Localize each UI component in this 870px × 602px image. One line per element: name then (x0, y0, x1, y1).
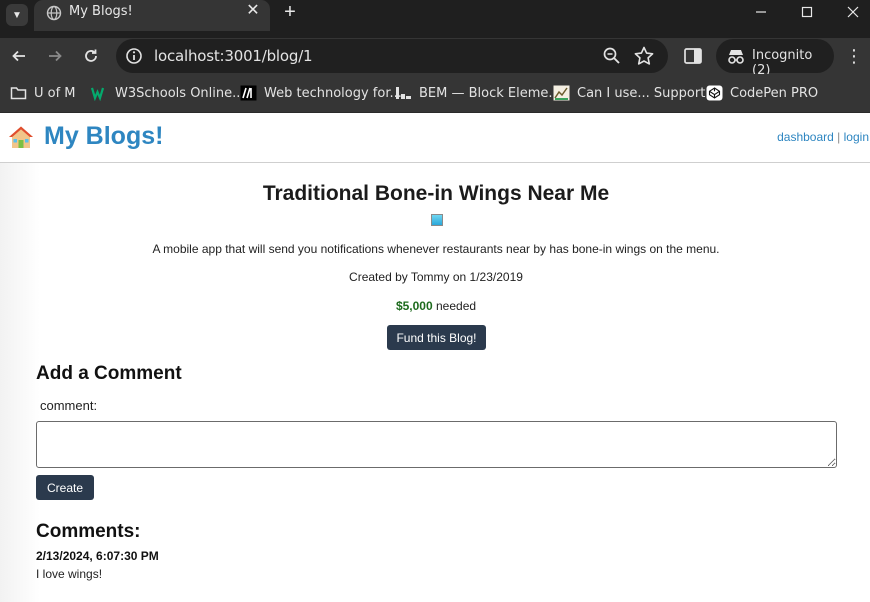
bookmark-label: CodePen PRO (730, 85, 819, 101)
site-navbar: My Blogs! dashboard | login (0, 113, 870, 163)
address-bar[interactable]: localhost:3001/blog/1 (116, 39, 668, 73)
comment-text: I love wings! (36, 567, 103, 581)
window-close-icon[interactable] (842, 1, 864, 23)
comment-label: comment: (40, 398, 98, 413)
bookmark-label: W3Schools Online... (115, 85, 245, 101)
bookmark-item[interactable]: Web technology for... (240, 83, 402, 103)
site-info-icon[interactable] (124, 46, 144, 66)
incognito-icon (728, 50, 744, 64)
bookmark-label: BEM — Block Eleme... (419, 85, 561, 101)
bookmark-item[interactable]: W3Schools Online... (91, 83, 245, 103)
side-panel-icon[interactable] (683, 46, 703, 66)
browser-toolbar: localhost:3001/blog/1 Incognito (2) ⋮ (0, 38, 870, 78)
add-comment-heading: Add a Comment (36, 363, 182, 384)
tab-strip: ▼ My Blogs! ✕ + (0, 0, 870, 38)
dashboard-link[interactable]: dashboard (777, 130, 834, 144)
nav-separator: | (837, 130, 841, 144)
tab-title: My Blogs! (69, 4, 133, 19)
bookmark-item[interactable]: BEM — Block Eleme... (395, 83, 561, 103)
bookmark-label: Can I use... Support... (577, 85, 718, 101)
comment-date: 2/13/2024, 6:07:30 PM (36, 549, 159, 563)
post-description: A mobile app that will send you notifica… (152, 242, 720, 256)
nav-links: dashboard | login (777, 130, 869, 144)
codepen-icon (706, 85, 723, 101)
bem-icon (396, 87, 411, 99)
tab-close-icon[interactable]: ✕ (244, 2, 262, 20)
house-icon[interactable] (8, 125, 34, 149)
comments-heading: Comments: (36, 521, 141, 542)
w3schools-icon (91, 87, 105, 101)
incognito-badge[interactable]: Incognito (2) (716, 39, 834, 78)
caniuse-icon (553, 85, 570, 101)
comment-input[interactable] (36, 421, 837, 468)
maximize-icon[interactable] (796, 1, 818, 23)
mdn-icon (240, 85, 257, 101)
post-title: Traditional Bone-in Wings Near Me (262, 182, 610, 205)
folder-icon (10, 87, 27, 100)
bookmark-item[interactable]: Can I use... Support... (553, 83, 718, 103)
post-image (431, 214, 443, 226)
create-comment-button[interactable]: Create (36, 475, 94, 500)
page-content: My Blogs! dashboard | login Traditional … (0, 113, 870, 602)
bookmark-star-icon[interactable] (633, 45, 655, 67)
url-text[interactable]: localhost:3001/blog/1 (154, 47, 313, 65)
more-menu-icon[interactable]: ⋮ (844, 45, 864, 67)
funding-suffix: needed (436, 299, 477, 313)
bookmarks-bar: U of M W3Schools Online... Web technolog… (0, 74, 870, 113)
bookmark-item[interactable]: U of M (10, 83, 76, 103)
browser-tab[interactable]: My Blogs! ✕ (34, 0, 270, 31)
bookmark-label: U of M (34, 85, 76, 101)
funding-amount: $5,000 (395, 299, 433, 313)
post-created-by: Created by Tommy on 1/23/2019 (349, 270, 523, 284)
bookmark-label: Web technology for... (264, 85, 402, 101)
back-arrow-icon[interactable] (6, 43, 32, 69)
login-link[interactable]: login (844, 130, 869, 144)
brand-title[interactable]: My Blogs! (44, 122, 163, 151)
minimize-icon[interactable] (750, 1, 772, 23)
globe-icon (46, 5, 62, 21)
fund-blog-button[interactable]: Fund this Blog! (387, 325, 486, 350)
reload-icon[interactable] (78, 43, 104, 69)
tab-search-chevron-icon[interactable]: ▼ (6, 4, 28, 26)
bookmark-item[interactable]: CodePen PRO (706, 83, 818, 103)
funding-needed: $5,000 needed (0, 299, 870, 313)
forward-arrow-icon[interactable] (42, 43, 68, 69)
zoom-icon[interactable] (602, 46, 622, 66)
new-tab-button[interactable]: + (280, 1, 300, 23)
